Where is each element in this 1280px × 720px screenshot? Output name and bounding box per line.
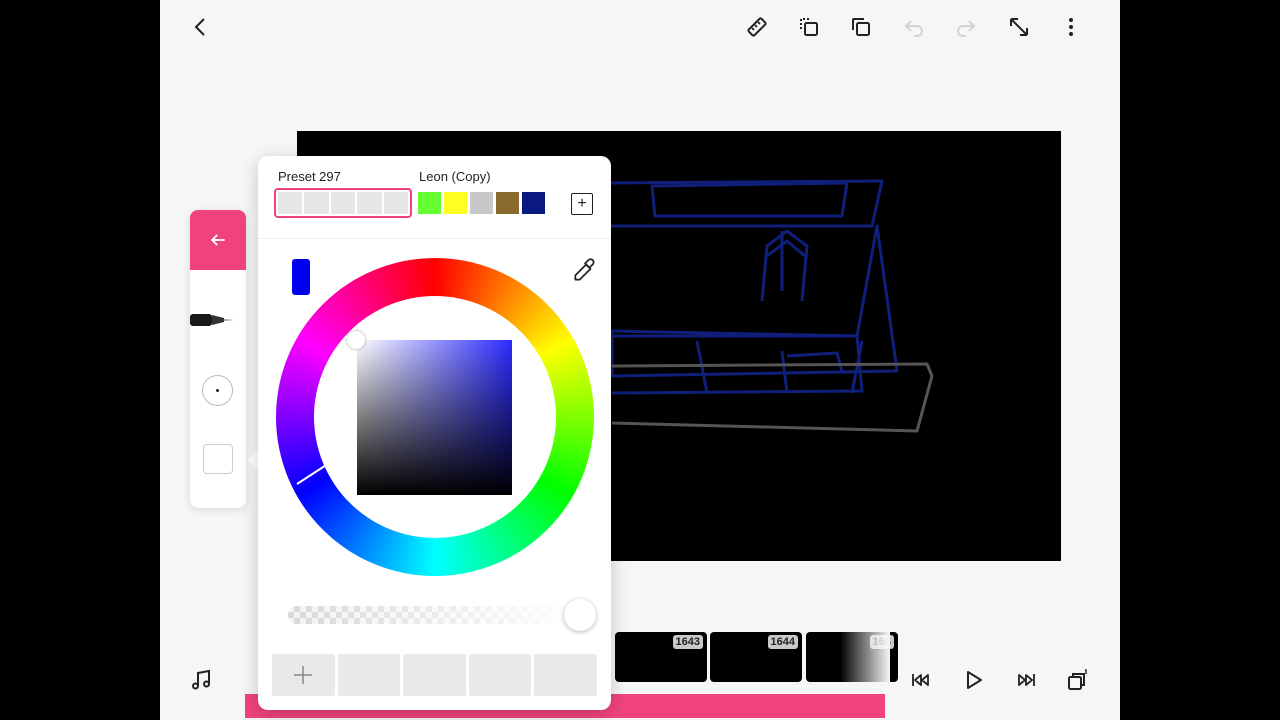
timeline-frame[interactable]: 1644	[710, 632, 802, 682]
skip-forward-icon	[1018, 674, 1035, 686]
right-letterbox	[1120, 0, 1280, 720]
skip-back-icon	[912, 674, 929, 686]
saturation-value-handle[interactable]	[347, 331, 365, 349]
timeline-frame[interactable]: 1643	[615, 632, 707, 682]
play-button[interactable]	[959, 666, 987, 694]
redo-icon	[957, 20, 976, 37]
preset-swatch[interactable]	[522, 192, 545, 214]
copy-layer-icon	[800, 18, 818, 36]
app-screen: 1643 1644 164	[160, 0, 1120, 720]
layers-icon	[1068, 669, 1087, 690]
frame-number: 1643	[672, 635, 703, 649]
duplicate-button[interactable]	[847, 13, 875, 41]
add-color-slot-button[interactable]	[272, 654, 335, 696]
plus-icon: +	[577, 195, 587, 212]
color-slot[interactable]	[337, 654, 401, 696]
play-icon	[967, 671, 982, 689]
preset-a-label: Preset 297	[278, 169, 341, 184]
preset-swatch[interactable]	[444, 192, 467, 214]
brush-color-button[interactable]	[203, 444, 233, 474]
eyedropper-button[interactable]	[571, 258, 597, 284]
color-history	[272, 654, 597, 696]
brush-selector[interactable]	[190, 305, 246, 335]
undo-icon	[904, 20, 923, 37]
preset-b-palette[interactable]	[418, 192, 545, 214]
color-slot[interactable]	[534, 654, 597, 696]
preset-swatch[interactable]	[357, 192, 382, 214]
brush-size-dot	[216, 389, 219, 392]
preset-a-palette[interactable]	[274, 188, 412, 218]
preset-swatch[interactable]	[418, 192, 441, 214]
preset-swatch[interactable]	[496, 192, 519, 214]
preset-swatch[interactable]	[470, 192, 493, 214]
opacity-slider[interactable]	[288, 606, 578, 624]
preset-swatch[interactable]	[383, 192, 409, 214]
preset-swatch[interactable]	[304, 192, 329, 214]
more-button[interactable]	[1057, 13, 1085, 41]
back-button[interactable]	[187, 13, 215, 41]
brush-size-button[interactable]	[202, 375, 233, 406]
more-icon	[1069, 18, 1073, 36]
eyedropper-icon	[574, 258, 595, 281]
expand-icon	[1010, 18, 1028, 36]
last-frame-button[interactable]	[1012, 666, 1040, 694]
duplicate-icon	[852, 18, 870, 36]
ruler-icon	[747, 17, 767, 37]
arrow-left-icon	[210, 234, 225, 246]
brush-tool-panel	[190, 210, 246, 508]
color-slot[interactable]	[403, 654, 466, 696]
chevron-left-icon	[194, 18, 205, 36]
close-tool-panel-button[interactable]	[190, 210, 246, 270]
divider	[258, 238, 611, 239]
copy-layer-button[interactable]	[795, 13, 823, 41]
current-color-swatch	[292, 259, 310, 295]
saturation-value-square[interactable]	[357, 340, 512, 495]
expand-button[interactable]	[1005, 13, 1033, 41]
audio-button[interactable]	[187, 666, 215, 694]
left-letterbox	[0, 0, 160, 720]
redo-button[interactable]	[952, 13, 980, 41]
color-picker-popup: Preset 297 Leon (Copy) +	[258, 156, 611, 710]
color-slot[interactable]	[468, 654, 532, 696]
plus-icon	[294, 666, 313, 684]
frame-number: 1644	[767, 635, 798, 649]
top-toolbar	[160, 0, 1120, 54]
popup-pointer	[248, 450, 258, 470]
undo-button[interactable]	[900, 13, 928, 41]
ruler-button[interactable]	[743, 13, 771, 41]
preset-swatch[interactable]	[330, 192, 356, 214]
add-preset-button[interactable]: +	[571, 193, 593, 215]
preset-b-label: Leon (Copy)	[419, 169, 491, 184]
layers-button[interactable]	[1064, 666, 1092, 694]
music-note-icon	[192, 669, 210, 690]
preset-swatch[interactable]	[278, 192, 303, 214]
first-frame-button[interactable]	[907, 666, 935, 694]
pen-icon	[190, 314, 234, 326]
opacity-slider-knob[interactable]	[564, 599, 596, 631]
